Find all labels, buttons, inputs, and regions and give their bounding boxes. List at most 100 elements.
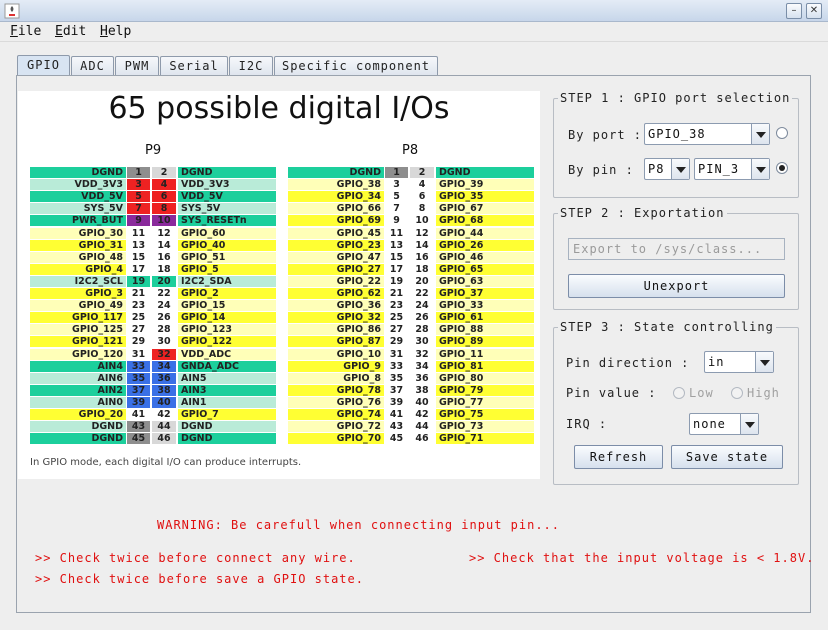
tab-specific-component[interactable]: Specific component bbox=[274, 56, 438, 75]
p9-pin-row: GPIO_48 15 16 GPIO_51 bbox=[30, 251, 276, 264]
export-button-disabled[interactable]: Export to /sys/class... bbox=[568, 238, 785, 260]
direction-select[interactable]: in bbox=[704, 351, 774, 373]
chevron-down-icon[interactable] bbox=[740, 414, 758, 434]
p8-pin-name-right: GPIO_35 bbox=[436, 191, 534, 203]
p9-pin-name-right: GPIO_122 bbox=[178, 336, 276, 348]
p9-pin-row: SYS_5V 7 8 SYS_5V bbox=[30, 203, 276, 215]
p8-pin-name-right: GPIO_71 bbox=[436, 433, 534, 445]
by-pin-label: By pin : bbox=[568, 163, 634, 177]
menu-file[interactable]: File bbox=[10, 24, 41, 39]
chevron-down-icon[interactable] bbox=[671, 159, 689, 179]
p8-pin-number-even: 18 bbox=[410, 263, 434, 275]
p9-pin-number-even: 2 bbox=[152, 167, 176, 178]
p8-pin-number-even: 46 bbox=[410, 433, 434, 445]
p8-pin-table: DGND 1 2 DGND GPIO_38 3 4 GPIO_39 GPIO_34 5 6 GPIO_… bbox=[288, 167, 534, 445]
p8-pin-number-even: 34 bbox=[410, 360, 434, 372]
by-pin-radio[interactable] bbox=[776, 162, 788, 174]
p8-pin-number-odd: 21 bbox=[385, 288, 408, 299]
p9-pin-name-left: GPIO_120 bbox=[30, 348, 126, 360]
p9-pin-row: GPIO_120 31 32 VDD_ADC bbox=[30, 348, 276, 361]
menu-edit[interactable]: Edit bbox=[55, 24, 86, 39]
header-select[interactable]: P8 bbox=[644, 158, 690, 180]
p9-pin-name-left: VDD_5V bbox=[30, 191, 126, 203]
low-radio[interactable] bbox=[673, 387, 685, 399]
p9-pin-row: GPIO_121 29 30 GPIO_122 bbox=[30, 336, 276, 348]
menu-help[interactable]: Help bbox=[100, 24, 131, 39]
p9-pin-name-right: AIN1 bbox=[178, 396, 276, 408]
p8-pin-name-right: DGND bbox=[436, 167, 534, 178]
p8-pin-row: GPIO_45 11 12 GPIO_44 bbox=[288, 227, 534, 240]
p8-pin-row: GPIO_78 37 38 GPIO_79 bbox=[288, 384, 534, 397]
p9-pin-name-left: PWR_BUT bbox=[30, 215, 126, 227]
p9-pin-number-even: 32 bbox=[152, 348, 176, 360]
p9-pin-name-left: DGND bbox=[30, 167, 126, 178]
p8-pin-row: DGND 1 2 DGND bbox=[288, 167, 534, 179]
p8-pin-number-odd: 15 bbox=[385, 251, 408, 263]
p8-pin-row: GPIO_47 15 16 GPIO_46 bbox=[288, 251, 534, 264]
p9-pin-name-left: DGND bbox=[30, 421, 126, 433]
irq-select[interactable]: none bbox=[689, 413, 759, 435]
p9-pin-number-odd: 33 bbox=[127, 360, 150, 372]
p9-pin-number-even: 10 bbox=[152, 215, 176, 227]
minimize-button[interactable]: – bbox=[786, 3, 802, 19]
p8-pin-number-odd: 23 bbox=[385, 300, 408, 312]
p8-pin-number-odd: 33 bbox=[385, 360, 408, 372]
p9-pin-row: GPIO_31 13 14 GPIO_40 bbox=[30, 239, 276, 252]
p8-pin-name-right: GPIO_44 bbox=[436, 227, 534, 239]
p9-pin-number-odd: 9 bbox=[127, 215, 150, 227]
p8-pin-name-left: GPIO_62 bbox=[288, 288, 384, 299]
p9-pin-name-left: GPIO_30 bbox=[30, 227, 126, 239]
close-window-button[interactable]: ✕ bbox=[806, 3, 822, 19]
p9-pin-row: GPIO_117 25 26 GPIO_14 bbox=[30, 312, 276, 324]
port-select[interactable]: GPIO_38 bbox=[644, 123, 770, 145]
p8-pin-number-odd: 11 bbox=[385, 227, 408, 239]
tab-serial[interactable]: Serial bbox=[160, 56, 228, 75]
chevron-down-icon[interactable] bbox=[755, 352, 773, 372]
p9-pin-number-odd: 3 bbox=[127, 179, 150, 191]
p9-pin-number-odd: 17 bbox=[127, 263, 150, 275]
pin-select[interactable]: PIN_3 bbox=[694, 158, 770, 180]
p8-pin-name-left: GPIO_8 bbox=[288, 372, 384, 384]
save-state-button[interactable]: Save state bbox=[671, 445, 783, 469]
p8-pin-number-odd: 31 bbox=[385, 348, 408, 360]
chevron-down-icon[interactable] bbox=[751, 124, 769, 144]
p8-pin-name-left: GPIO_78 bbox=[288, 384, 384, 396]
p9-pin-number-odd: 7 bbox=[127, 203, 150, 215]
p8-pin-name-right: GPIO_80 bbox=[436, 372, 534, 384]
p8-pin-name-right: GPIO_11 bbox=[436, 348, 534, 360]
p8-pin-row: GPIO_86 27 28 GPIO_88 bbox=[288, 324, 534, 336]
java-app-icon bbox=[4, 3, 20, 19]
p8-pin-number-even: 20 bbox=[410, 275, 434, 287]
chevron-down-icon[interactable] bbox=[751, 159, 769, 179]
tab-i2c[interactable]: I2C bbox=[229, 56, 273, 75]
unexport-button[interactable]: Unexport bbox=[568, 274, 785, 298]
tab-adc[interactable]: ADC bbox=[71, 56, 114, 75]
refresh-button[interactable]: Refresh bbox=[574, 445, 663, 469]
by-port-label: By port : bbox=[568, 128, 643, 142]
p8-pin-row: GPIO_34 5 6 GPIO_35 bbox=[288, 191, 534, 203]
p8-pin-number-even: 38 bbox=[410, 384, 434, 396]
p9-pin-name-right: SYS_RESETn bbox=[178, 215, 276, 227]
by-port-radio[interactable] bbox=[776, 127, 788, 139]
p8-pin-name-left: GPIO_72 bbox=[288, 421, 384, 433]
p9-pin-number-even: 36 bbox=[152, 372, 176, 384]
p9-pin-number-odd: 45 bbox=[127, 433, 150, 445]
p9-pin-name-right: GNDA_ADC bbox=[178, 360, 276, 372]
p8-pin-name-left: GPIO_74 bbox=[288, 409, 384, 420]
p8-pin-number-odd: 13 bbox=[385, 239, 408, 251]
high-radio[interactable] bbox=[731, 387, 743, 399]
p8-pin-name-right: GPIO_65 bbox=[436, 263, 534, 275]
p9-pin-name-right: GPIO_123 bbox=[178, 324, 276, 336]
p9-pin-row: GPIO_30 11 12 GPIO_60 bbox=[30, 227, 276, 240]
export-label: Export to /sys/class... bbox=[573, 242, 763, 256]
p9-pin-number-even: 14 bbox=[152, 239, 176, 251]
p8-pin-number-even: 30 bbox=[410, 336, 434, 348]
p9-pin-name-left: AIN6 bbox=[30, 372, 126, 384]
p8-pin-row: GPIO_27 17 18 GPIO_65 bbox=[288, 263, 534, 276]
p8-pin-number-even: 4 bbox=[410, 179, 434, 191]
tab-gpio[interactable]: GPIO bbox=[17, 55, 70, 76]
p9-pin-number-even: 24 bbox=[152, 300, 176, 312]
p8-pin-name-right: GPIO_46 bbox=[436, 251, 534, 263]
p8-pin-name-right: GPIO_67 bbox=[436, 203, 534, 215]
tab-pwm[interactable]: PWM bbox=[115, 56, 159, 75]
